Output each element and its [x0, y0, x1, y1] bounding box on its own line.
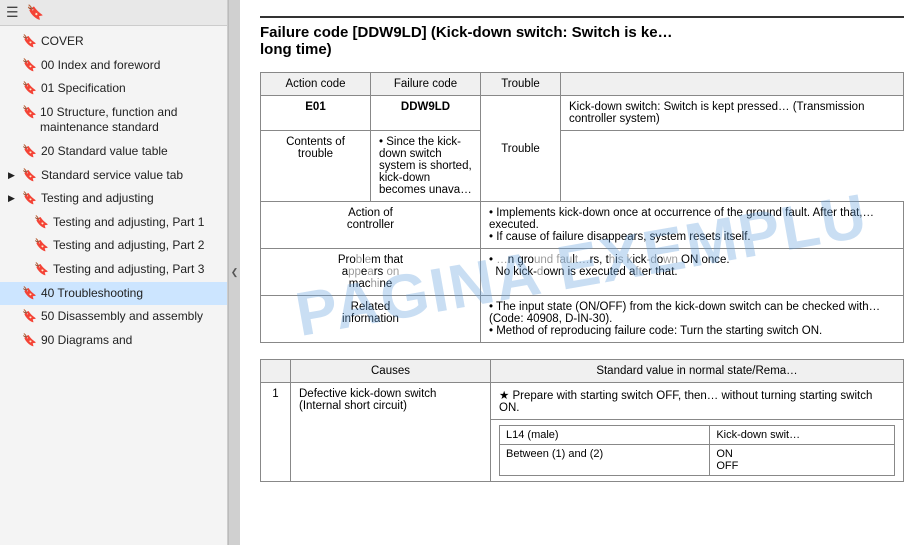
bookmark-icon: 🔖	[22, 168, 37, 182]
col-trouble-desc	[561, 73, 904, 96]
sidebar-item-cover[interactable]: 🔖 COVER	[0, 30, 227, 54]
sidebar-list: 🔖 COVER 🔖 00 Index and foreword 🔖 01 Spe…	[0, 26, 227, 545]
expand-icon: ▶	[8, 170, 18, 181]
sidebar-item-disassembly[interactable]: 🔖 50 Disassembly and assembly	[0, 305, 227, 329]
sidebar-item-label: 01 Specification	[41, 81, 126, 97]
expand-placeholder	[8, 146, 18, 156]
cause-standard-note: ★ Prepare with starting switch OFF, then…	[491, 383, 904, 420]
bookmark-icon: 🔖	[22, 81, 37, 95]
connector-label: L14 (male)	[500, 426, 710, 445]
between-label: Between (1) and (2)	[500, 445, 710, 476]
sidebar-item-testing[interactable]: ▶ 🔖 Testing and adjusting	[0, 187, 227, 211]
expand-placeholder	[20, 217, 30, 227]
col-failure-code: Failure code	[371, 73, 481, 96]
problem-value: • …n ground fault…rs, this kick-down ON …	[481, 249, 904, 296]
bookmark-icon: 🔖	[34, 262, 49, 276]
sidebar-item-label: Testing and adjusting	[41, 191, 154, 207]
sidebar: ☰ 🔖 🔖 COVER 🔖 00 Index and foreword 🔖 01…	[0, 0, 228, 545]
bookmark-icon: 🔖	[34, 215, 49, 229]
bookmark-icon: 🔖	[22, 191, 37, 205]
sidebar-item-structure[interactable]: 🔖 10 Structure, function and maintenance…	[0, 101, 227, 140]
expand-placeholder	[8, 60, 18, 70]
bookmark-toolbar-icon[interactable]: 🔖	[27, 4, 44, 21]
expand-placeholder	[8, 288, 18, 298]
failure-info-table: Action code Failure code Trouble E01 DDW…	[260, 72, 904, 343]
sidebar-item-label: 00 Index and foreword	[41, 58, 160, 74]
expand-placeholder	[8, 107, 18, 117]
sidebar-item-troubleshooting[interactable]: 🔖 40 Troubleshooting	[0, 282, 227, 306]
related-label: Relatedinformation	[261, 296, 481, 343]
connector-value: Kick-down swit…	[710, 426, 895, 445]
cause-description: Defective kick-down switch(Internal shor…	[291, 383, 491, 482]
page-title: Failure code [DDW9LD] (Kick-down switch:…	[260, 16, 904, 58]
bookmark-icon: 🔖	[22, 144, 37, 158]
bookmark-icon: 🔖	[22, 58, 37, 72]
trouble-text: Kick-down switch: Switch is kept pressed…	[561, 96, 904, 131]
cause-no: 1	[261, 383, 291, 482]
col-trouble: Trouble	[481, 73, 561, 96]
problem-label: Problem thatappears onmachine	[261, 249, 481, 296]
bookmark-icon: 🔖	[22, 333, 37, 347]
sidebar-item-label: 20 Standard value table	[41, 144, 168, 160]
sidebar-item-label: 10 Structure, function and maintenance s…	[40, 105, 219, 136]
sidebar-item-standard[interactable]: 🔖 20 Standard value table	[0, 140, 227, 164]
sidebar-item-testing4[interactable]: 🔖 Testing and adjusting, Part 3	[0, 258, 227, 282]
col-action-code: Action code	[261, 73, 371, 96]
contents-label: Contents oftrouble	[261, 131, 371, 202]
related-value: • The input state (ON/OFF) from the kick…	[481, 296, 904, 343]
sidebar-item-label: 50 Disassembly and assembly	[41, 309, 203, 325]
expand-placeholder	[8, 311, 18, 321]
sidebar-item-service[interactable]: ▶ 🔖 Standard service value tab	[0, 164, 227, 188]
sidebar-item-label: 90 Diagrams and	[41, 333, 132, 349]
sidebar-item-label: COVER	[41, 34, 84, 50]
contents-value: • Since the kick-down switch system is s…	[371, 131, 481, 202]
bookmark-icon: 🔖	[22, 286, 37, 300]
expand-placeholder	[20, 264, 30, 274]
bookmark-icon: 🔖	[22, 105, 36, 119]
action-controller-value: • Implements kick-down once at occurrenc…	[481, 202, 904, 249]
sidebar-item-label: Standard service value tab	[41, 168, 183, 184]
expand-icon: ▶	[8, 193, 18, 204]
action-controller-label: Action ofcontroller	[261, 202, 481, 249]
off-value: OFF	[716, 460, 888, 472]
action-code-value: E01	[261, 96, 371, 131]
bookmark-icon: 🔖	[34, 238, 49, 252]
failure-code-value: DDW9LD	[371, 96, 481, 131]
expand-placeholder	[20, 240, 30, 250]
menu-icon[interactable]: ☰	[6, 4, 19, 21]
expand-placeholder	[8, 335, 18, 345]
col-standard: Standard value in normal state/Rema…	[491, 360, 904, 383]
on-value: ON	[716, 448, 888, 460]
causes-table: Causes Standard value in normal state/Re…	[260, 359, 904, 482]
sidebar-item-label: Testing and adjusting, Part 1	[53, 215, 204, 231]
sidebar-item-label: Testing and adjusting, Part 2	[53, 238, 204, 254]
col-no	[261, 360, 291, 383]
expand-placeholder	[8, 83, 18, 93]
sidebar-toolbar: ☰ 🔖	[0, 0, 227, 26]
bookmark-icon: 🔖	[22, 309, 37, 323]
sidebar-collapse-handle[interactable]: ❮	[228, 0, 240, 545]
sidebar-item-label: Testing and adjusting, Part 3	[53, 262, 204, 278]
sidebar-item-index[interactable]: 🔖 00 Index and foreword	[0, 54, 227, 78]
main-content: PAGINA EXEMPLU Failure code [DDW9LD] (Ki…	[240, 0, 924, 545]
trouble-label: Trouble	[481, 96, 561, 202]
sidebar-item-testing3[interactable]: 🔖 Testing and adjusting, Part 2	[0, 234, 227, 258]
sidebar-item-diagrams[interactable]: 🔖 90 Diagrams and	[0, 329, 227, 353]
sidebar-item-testing2[interactable]: 🔖 Testing and adjusting, Part 1	[0, 211, 227, 235]
sidebar-item-label: 40 Troubleshooting	[41, 286, 143, 302]
col-causes: Causes	[291, 360, 491, 383]
bookmark-icon: 🔖	[22, 34, 37, 48]
sidebar-item-spec[interactable]: 🔖 01 Specification	[0, 77, 227, 101]
sub-header-row: L14 (male) Kick-down swit… Between (1) a…	[491, 420, 904, 482]
expand-placeholder	[8, 36, 18, 46]
